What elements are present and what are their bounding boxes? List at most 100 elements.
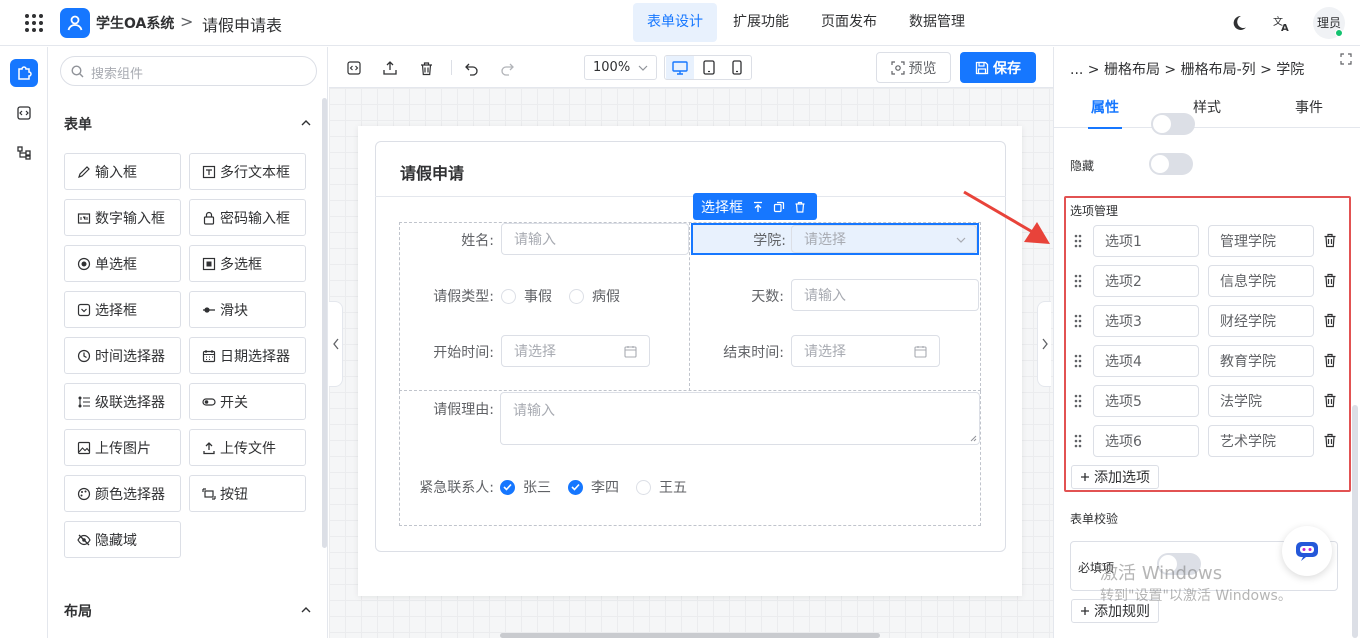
option-value-input[interactable]: 管理学院 bbox=[1208, 225, 1314, 257]
component-upload-file-button[interactable]: 上传文件 bbox=[189, 429, 306, 466]
component-password-input-button[interactable]: 密码输入框 bbox=[189, 199, 306, 236]
college-placeholder: 请选择 bbox=[804, 232, 846, 248]
option-value-input[interactable]: 法学院 bbox=[1208, 385, 1314, 417]
button-icon bbox=[202, 487, 216, 501]
redo-icon[interactable] bbox=[498, 59, 516, 77]
option-label-input[interactable]: 选项5 bbox=[1093, 385, 1199, 417]
copy-icon[interactable] bbox=[773, 201, 785, 213]
app-grid-icon[interactable] bbox=[24, 13, 44, 33]
delete-option-icon[interactable] bbox=[1323, 233, 1337, 248]
components-rail-button[interactable] bbox=[10, 59, 38, 87]
reason-textarea[interactable]: 请输入 bbox=[500, 392, 980, 445]
option-label-input[interactable]: 选项4 bbox=[1093, 345, 1199, 377]
component-input-button[interactable]: 输入框 bbox=[64, 153, 181, 190]
move-up-icon[interactable] bbox=[752, 201, 764, 213]
component-cascader-button[interactable]: 级联选择器 bbox=[64, 383, 181, 420]
drag-handle-icon[interactable] bbox=[1074, 354, 1082, 368]
option-label-input[interactable]: 选项6 bbox=[1093, 425, 1199, 457]
component-time-picker-button[interactable]: 时间选择器 bbox=[64, 337, 181, 374]
slider-icon bbox=[202, 303, 216, 317]
drag-handle-icon[interactable] bbox=[1074, 434, 1082, 448]
tab-events[interactable]: 事件 bbox=[1258, 88, 1360, 128]
contact-checkbox[interactable]: 张三 bbox=[500, 477, 551, 497]
drag-handle-icon[interactable] bbox=[1074, 314, 1082, 328]
preview-button[interactable]: 预览 bbox=[876, 52, 951, 83]
start-time-picker[interactable]: 请选择 bbox=[501, 335, 650, 367]
radio-personal-leave[interactable]: 事假 bbox=[501, 286, 552, 306]
drag-handle-icon[interactable] bbox=[1074, 234, 1082, 248]
form-section-title: 表单 bbox=[64, 117, 92, 133]
option-value-input[interactable]: 财经学院 bbox=[1208, 305, 1314, 337]
college-select[interactable]: 请选择 bbox=[791, 225, 977, 253]
tree-rail-button[interactable] bbox=[10, 139, 38, 167]
clear-trash-icon[interactable] bbox=[417, 59, 435, 77]
component-select-button[interactable]: 选择框 bbox=[64, 291, 181, 328]
zoom-select[interactable]: 100% bbox=[584, 55, 657, 80]
component-upload-image-button[interactable]: 上传图片 bbox=[64, 429, 181, 466]
component-date-picker-button[interactable]: 日期选择器 bbox=[189, 337, 306, 374]
import-icon[interactable] bbox=[381, 59, 399, 77]
component-hidden-field-button[interactable]: 隐藏域 bbox=[64, 521, 181, 558]
option-label-input[interactable]: 选项2 bbox=[1093, 265, 1199, 297]
radio-sick-leave[interactable]: 病假 bbox=[569, 286, 620, 306]
component-radio-button[interactable]: 单选框 bbox=[64, 245, 181, 282]
contact-checkbox[interactable]: 王五 bbox=[636, 477, 687, 497]
mobile-view-icon[interactable] bbox=[723, 56, 751, 79]
property-panel-scrollbar[interactable] bbox=[1352, 405, 1358, 638]
drag-handle-icon[interactable] bbox=[1074, 274, 1082, 288]
undo-icon[interactable] bbox=[462, 59, 480, 77]
component-switch-button[interactable]: 开关 bbox=[189, 383, 306, 420]
tab-attributes[interactable]: 属性 bbox=[1054, 88, 1156, 129]
component-textarea-button[interactable]: 多行文本框 bbox=[189, 153, 306, 190]
delete-option-icon[interactable] bbox=[1323, 313, 1337, 328]
delete-option-icon[interactable] bbox=[1323, 273, 1337, 288]
delete-option-icon[interactable] bbox=[1323, 433, 1337, 448]
nav-form-design[interactable]: 表单设计 bbox=[633, 3, 717, 42]
save-button[interactable]: 保存 bbox=[960, 52, 1036, 83]
component-color-picker-button[interactable]: 颜色选择器 bbox=[64, 475, 181, 512]
option-value-input[interactable]: 艺术学院 bbox=[1208, 425, 1314, 457]
component-button-button[interactable]: 按钮 bbox=[189, 475, 306, 512]
dark-mode-icon[interactable] bbox=[1230, 14, 1248, 32]
add-option-label: 添加选项 bbox=[1094, 470, 1150, 486]
drag-handle-icon[interactable] bbox=[1074, 394, 1082, 408]
option-label: 选项3 bbox=[1105, 314, 1142, 330]
nav-extensions[interactable]: 扩展功能 bbox=[719, 3, 803, 42]
view-code-icon[interactable] bbox=[345, 59, 363, 77]
collapse-form-icon[interactable] bbox=[300, 117, 312, 129]
delete-icon[interactable] bbox=[794, 201, 806, 213]
desktop-view-icon[interactable] bbox=[666, 56, 694, 79]
add-option-button[interactable]: 添加选项 bbox=[1071, 465, 1159, 489]
checkbox-icon bbox=[202, 257, 216, 271]
component-slider-button[interactable]: 滑块 bbox=[189, 291, 306, 328]
name-input[interactable]: 请输入 bbox=[501, 223, 689, 255]
option-value-input[interactable]: 教育学院 bbox=[1208, 345, 1314, 377]
code-rail-button[interactable] bbox=[10, 99, 38, 127]
nav-page-publish[interactable]: 页面发布 bbox=[807, 3, 891, 42]
app-name: 学生OA系统 bbox=[96, 16, 175, 32]
component-search-input[interactable]: 搜索组件 bbox=[60, 56, 317, 86]
fullscreen-icon[interactable] bbox=[1340, 53, 1352, 65]
option-label-input[interactable]: 选项3 bbox=[1093, 305, 1199, 337]
collapse-layout-icon[interactable] bbox=[300, 604, 312, 616]
delete-option-icon[interactable] bbox=[1323, 353, 1337, 368]
delete-option-icon[interactable] bbox=[1323, 393, 1337, 408]
tablet-view-icon[interactable] bbox=[695, 56, 723, 79]
component-panel-scrollbar[interactable] bbox=[322, 98, 327, 548]
partial-switch[interactable] bbox=[1151, 113, 1195, 135]
checked-icon bbox=[568, 479, 583, 495]
chatbot-button[interactable] bbox=[1282, 526, 1332, 576]
collapse-right-panel-button[interactable] bbox=[1037, 301, 1051, 387]
option-value-input[interactable]: 信息学院 bbox=[1208, 265, 1314, 297]
hidden-switch[interactable] bbox=[1149, 153, 1193, 175]
end-time-picker[interactable]: 请选择 bbox=[791, 335, 940, 367]
contact-checkbox[interactable]: 李四 bbox=[568, 477, 619, 497]
component-number-input-button[interactable]: 数字输入框 bbox=[64, 199, 181, 236]
days-input[interactable]: 请输入 bbox=[791, 279, 979, 311]
component-checkbox-button[interactable]: 多选框 bbox=[189, 245, 306, 282]
canvas-horizontal-scrollbar[interactable] bbox=[500, 633, 880, 638]
collapse-left-panel-button[interactable] bbox=[329, 301, 343, 387]
option-label-input[interactable]: 选项1 bbox=[1093, 225, 1199, 257]
nav-data-management[interactable]: 数据管理 bbox=[895, 3, 979, 42]
translate-icon[interactable]: 文A bbox=[1273, 14, 1291, 32]
